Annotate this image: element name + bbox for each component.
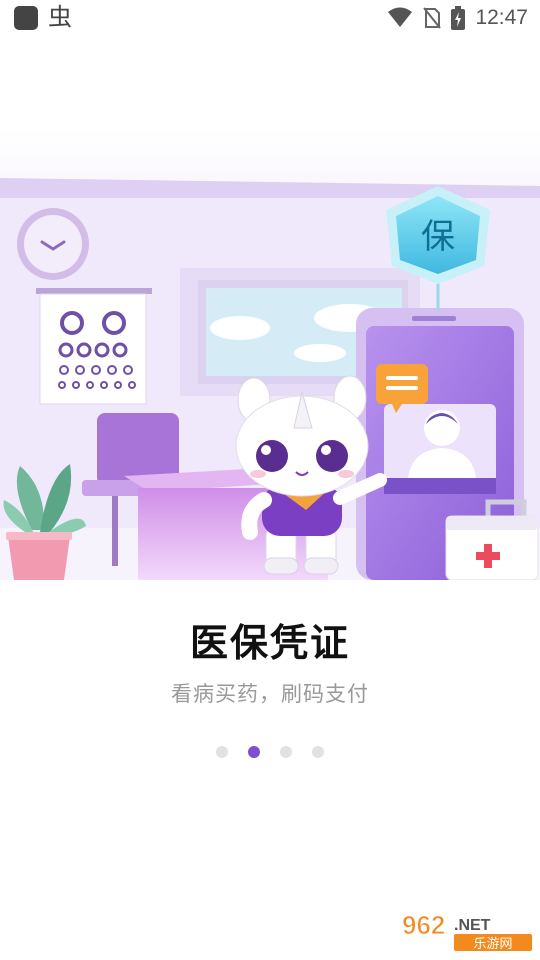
page-dot-3[interactable] bbox=[280, 746, 292, 758]
page-dot-2-active[interactable] bbox=[248, 746, 260, 758]
clock: 12:47 bbox=[475, 6, 528, 29]
wifi-icon bbox=[388, 7, 413, 27]
bug-icon: 虫 bbox=[48, 3, 72, 31]
page-subtitle: 看病买药，刷码支付 bbox=[171, 682, 369, 706]
watermark-chinese: 乐游网 bbox=[473, 937, 512, 952]
no-sim-icon bbox=[423, 7, 442, 29]
page-title: 医保凭证 bbox=[189, 621, 350, 665]
shield-badge-text: 保 bbox=[421, 217, 455, 257]
watermark-number: 962 bbox=[402, 910, 445, 940]
app-icon bbox=[14, 6, 38, 30]
watermark-logo: 962 .NET 乐游网 bbox=[400, 908, 534, 952]
status-bar: 虫 12:47 bbox=[0, 0, 540, 36]
watermark-suffix: .NET bbox=[454, 917, 491, 934]
eye-chart-illustration bbox=[36, 288, 152, 405]
page-dot-4[interactable] bbox=[312, 746, 324, 758]
battery-icon bbox=[451, 6, 466, 30]
page-dot-1[interactable] bbox=[216, 746, 228, 758]
clock-illustration bbox=[17, 208, 89, 280]
page-indicator bbox=[0, 746, 540, 758]
onboarding-illustration: 保 bbox=[0, 128, 540, 580]
